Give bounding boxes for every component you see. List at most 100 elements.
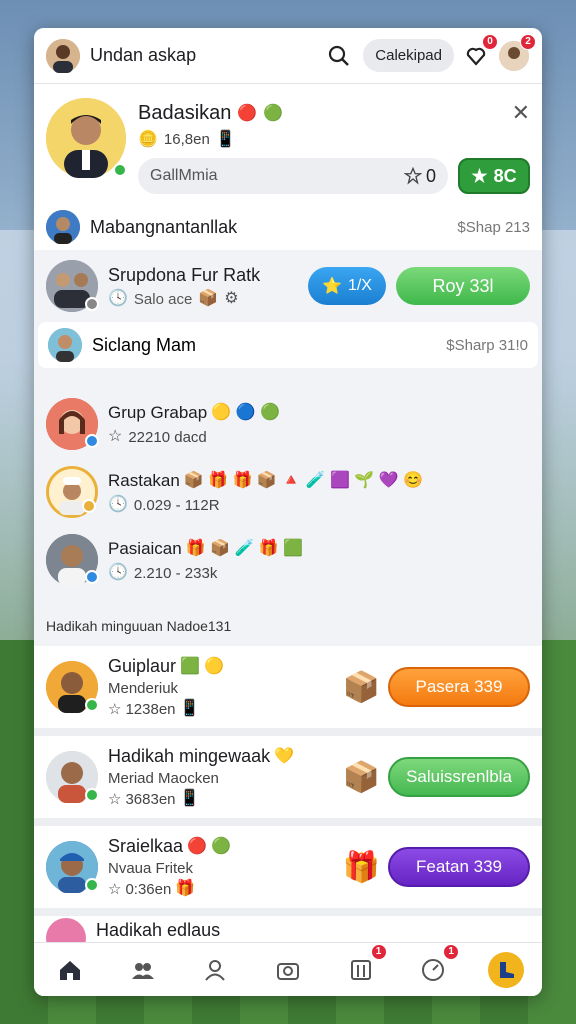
list-row[interactable]: Mabangnantanllak $Shap 213 bbox=[34, 204, 542, 250]
gift-box-icon: 📦 bbox=[342, 760, 380, 794]
list-item-partial[interactable]: Hadikah edlaus bbox=[34, 916, 542, 944]
reward-icons: 🔴 🟢 bbox=[187, 837, 232, 855]
nav-shop[interactable] bbox=[486, 950, 526, 990]
offer-item[interactable]: Sraielkaa 🔴 🟢 Nvaua Fritek ☆ 0:36en 🎁 🎁 … bbox=[34, 826, 542, 908]
favorites-button[interactable]: 0 bbox=[460, 33, 498, 72]
join-button[interactable]: Roy 33l bbox=[396, 267, 530, 305]
profile-menu-button[interactable]: 2 bbox=[498, 33, 536, 72]
close-icon[interactable]: ✕ bbox=[512, 100, 530, 126]
clock-icon: 🕓 bbox=[108, 496, 128, 513]
phone-icon: 📱 bbox=[179, 700, 200, 717]
member-name: Rastakan bbox=[108, 470, 180, 490]
nav-friends[interactable] bbox=[123, 950, 163, 990]
online-indicator bbox=[113, 163, 127, 177]
nav-camera[interactable] bbox=[268, 950, 308, 990]
member-sub-row: 🕓 0.029 - 112R bbox=[108, 497, 423, 514]
clock-icon: 🕓 bbox=[108, 290, 128, 307]
offer-meta: 3683en bbox=[125, 790, 176, 808]
star-counter: 0 bbox=[403, 166, 436, 187]
gift-icon: 🎁 bbox=[175, 880, 196, 897]
star-outline-icon bbox=[403, 167, 422, 185]
offer-button[interactable]: Pasera 339 bbox=[388, 667, 530, 707]
offer-meta-row: ☆ 0:36en 🎁 bbox=[108, 880, 343, 899]
offer-avatar bbox=[46, 751, 99, 803]
list-item[interactable]: Grup Grabap 🟡 🔵 🟢 ☆ 22210 dacd bbox=[34, 390, 542, 458]
online-indicator bbox=[85, 878, 99, 892]
profile-name: Badasikan bbox=[138, 102, 232, 124]
row-meta: $Sharp 31!0 bbox=[446, 336, 528, 354]
offer-subtitle: Menderiuk bbox=[108, 680, 179, 697]
member-name: Pasiaican bbox=[108, 538, 182, 558]
nav-stats[interactable]: 1 bbox=[413, 943, 460, 990]
boost-button[interactable]: ⭐ 1/X bbox=[308, 267, 386, 305]
list-row[interactable]: Siclang Mam $Sharp 31!0 bbox=[38, 322, 538, 368]
star-filled-icon: ★ bbox=[471, 165, 488, 186]
offer-name: Sraielkaa bbox=[108, 836, 184, 856]
group-row[interactable]: Srupdona Fur Ratk 🕓 Salo ace 📦 ⚙ ⭐ 1/X R… bbox=[34, 250, 542, 322]
row-meta: $Shap 213 bbox=[457, 218, 530, 236]
offer-meta-row: ☆ 3683en 📱 bbox=[108, 790, 343, 809]
badge-green-icon: 🟢 bbox=[263, 104, 284, 122]
member-name-row: Grup Grabap 🟡 🔵 🟢 bbox=[108, 403, 280, 423]
online-indicator bbox=[85, 297, 99, 311]
offer-button[interactable]: Saluissrenlbla bbox=[388, 757, 530, 797]
star-outline-icon: ☆ bbox=[108, 881, 122, 898]
nav-home[interactable] bbox=[50, 950, 90, 990]
profile-avatar[interactable] bbox=[46, 98, 127, 178]
star-outline-icon: ☆ bbox=[108, 428, 123, 445]
star-action-label: 8C bbox=[493, 165, 517, 186]
offer-name: Guiplaur bbox=[108, 656, 177, 676]
book-icon bbox=[350, 959, 371, 980]
profile-field-row: GallMmia 0 ★ 8C bbox=[138, 158, 530, 194]
row-label: Siclang Mam bbox=[92, 334, 197, 355]
list-item[interactable]: Rastakan 📦 🎁 🎁 📦 🔺 🧪 🟪 🌱 💜 😊 🕓 0.029 - 1… bbox=[34, 458, 542, 526]
person-icon bbox=[205, 959, 226, 981]
badge-red-icon: 🔴 bbox=[237, 104, 258, 122]
member-sub-row: 🕓 2.210 - 233k bbox=[108, 565, 303, 582]
profile-sub-row: 🪙 16,8en 📱 bbox=[138, 131, 530, 148]
profile-badge: 2 bbox=[520, 33, 536, 50]
search-icon bbox=[329, 45, 350, 66]
camera-icon bbox=[276, 962, 299, 980]
boot-icon bbox=[487, 951, 524, 988]
box-icon: 📦 bbox=[198, 290, 219, 307]
calendar-pill-button[interactable]: Calekipad bbox=[363, 39, 454, 72]
member-avatar bbox=[46, 466, 98, 518]
group-name-field[interactable]: GallMmia 0 bbox=[138, 158, 448, 194]
profile-name-row: Badasikan 🔴 🟢 bbox=[138, 102, 530, 125]
section-title: Hadikah minguuan Nadoe131 bbox=[46, 618, 232, 634]
member-avatar bbox=[46, 398, 99, 450]
coin-icon: 🪙 bbox=[138, 130, 158, 148]
row-avatar bbox=[46, 210, 80, 244]
list-item[interactable]: Pasiaican 🎁 📦 🧪 🎁 🟩 🕓 2.210 - 233k bbox=[34, 526, 542, 594]
member-sub-row: ☆ 22210 dacd bbox=[108, 429, 280, 446]
offer-name: Hadikah mingewaak bbox=[108, 746, 271, 766]
offer-item[interactable]: Hadikah mingewaak 💛 Meriad Maocken ☆ 368… bbox=[34, 736, 542, 818]
offer-subtitle: Meriad Maocken bbox=[108, 770, 219, 787]
user-avatar[interactable] bbox=[46, 38, 80, 73]
phone-icon: 📱 bbox=[179, 790, 200, 807]
search-button[interactable] bbox=[323, 40, 355, 72]
nav-library[interactable]: 1 bbox=[341, 943, 387, 990]
offer-meta: 0:36en bbox=[125, 880, 172, 898]
verified-icon bbox=[85, 434, 99, 448]
star-outline-icon: ☆ bbox=[108, 701, 122, 718]
member-sub: 0.029 - 112R bbox=[133, 496, 220, 514]
gift-box-icon: 🎁 bbox=[342, 850, 380, 884]
offer-button[interactable]: Featan 339 bbox=[388, 847, 530, 887]
offer-item[interactable]: Guiplaur 🟩 🟡 Menderiuk ☆ 1238en 📱 📦 Pase… bbox=[34, 646, 542, 728]
divider bbox=[34, 728, 542, 736]
group-sub-row: 🕓 Salo ace 📦 ⚙ bbox=[108, 291, 308, 308]
offer-subtitle: Nvaua Fritek bbox=[108, 860, 194, 877]
home-icon bbox=[60, 960, 81, 980]
group-name: Srupdona Fur Ratk bbox=[108, 264, 261, 285]
star-action-button[interactable]: ★ 8C bbox=[458, 158, 530, 194]
reward-icons: 🟩 🟡 bbox=[180, 657, 225, 675]
nav-profile[interactable] bbox=[195, 950, 235, 990]
library-badge: 1 bbox=[370, 943, 387, 960]
online-indicator bbox=[85, 698, 99, 712]
divider bbox=[34, 908, 542, 916]
member-name-row: Rastakan 📦 🎁 🎁 📦 🔺 🧪 🟪 🌱 💜 😊 bbox=[108, 471, 423, 491]
offer-avatar bbox=[46, 841, 99, 893]
offer-name-row: Sraielkaa 🔴 🟢 bbox=[108, 836, 343, 857]
